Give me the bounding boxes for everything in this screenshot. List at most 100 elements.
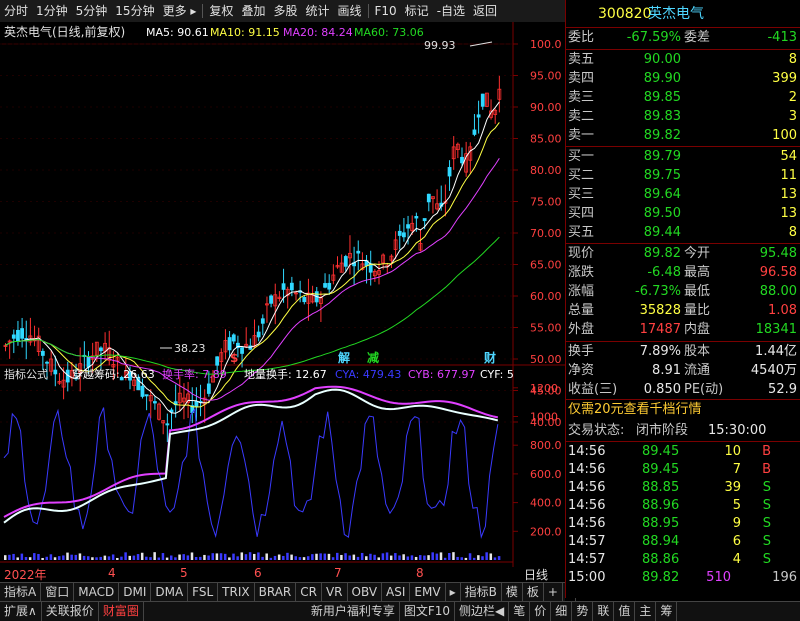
indicator-tab[interactable]: 指标B bbox=[461, 583, 502, 601]
quote-panel: 300820 英杰电气 委比 -67.59% 委差 -413 卖五 90.00 8 卖… bbox=[565, 0, 800, 598]
toolbar-button[interactable]: 更多 ▸ bbox=[159, 0, 201, 22]
turnover-bar bbox=[70, 554, 73, 560]
price-tick-label: 65.00 bbox=[530, 259, 562, 272]
indicator-tab[interactable]: EMV bbox=[410, 583, 446, 601]
bottom-tab[interactable]: 侧边栏◀ bbox=[455, 602, 510, 621]
book-row[interactable]: 买五 89.44 8 bbox=[566, 223, 800, 243]
bottom-tab[interactable]: 细 bbox=[551, 602, 573, 621]
bottom-tab[interactable]: 财富圈 bbox=[99, 602, 144, 621]
tick-row[interactable]: 14:56 88.96 5 S bbox=[566, 496, 800, 516]
indicator-tab[interactable]: 窗口 bbox=[41, 583, 75, 601]
bottom-tab[interactable]: 价 bbox=[530, 602, 552, 621]
tick-price: 88.85 bbox=[642, 480, 680, 495]
indicator-tab[interactable]: 板 bbox=[523, 583, 544, 601]
indicator-tab[interactable]: 指标A bbox=[0, 583, 42, 601]
bottom-tab[interactable]: 新用户福利专享 bbox=[307, 602, 400, 621]
bottom-tab[interactable]: 笔 bbox=[509, 602, 531, 621]
turnover-bar bbox=[427, 555, 430, 560]
bottom-tab[interactable]: 图文F10 bbox=[400, 602, 456, 621]
period-label[interactable]: 日线 bbox=[524, 566, 548, 583]
book-row[interactable]: 卖四 89.90 399 bbox=[566, 69, 800, 89]
kline-chart[interactable]: 英杰电气(日线,前复权) MA5: 90.61 MA10: 91.15 MA20: 8… bbox=[0, 22, 565, 567]
book-row[interactable]: 买三 89.64 13 bbox=[566, 185, 800, 205]
indicator-name: 指标公式 bbox=[4, 367, 48, 381]
toolbar-button[interactable]: 复权 bbox=[205, 0, 237, 22]
tick-volume: 9 bbox=[732, 516, 741, 531]
trade-status-row: 交易状态: 闭市阶段 15:30:00 bbox=[568, 423, 767, 438]
toolbar-button[interactable]: -自选 bbox=[433, 0, 469, 22]
indicator-value: 地量换手: 12.67 bbox=[244, 367, 327, 381]
turnover-bar bbox=[111, 554, 115, 560]
book-row[interactable]: 买二 89.75 11 bbox=[566, 166, 800, 186]
indicator-tab[interactable]: ▸ bbox=[446, 583, 461, 601]
stat-value: 89.82 bbox=[643, 246, 681, 261]
toolbar-button[interactable]: 标记 bbox=[401, 0, 433, 22]
indicator-tab[interactable]: CR bbox=[296, 583, 322, 601]
bottom-tab[interactable]: 联 bbox=[593, 602, 615, 621]
bottom-tab[interactable]: 势 bbox=[572, 602, 594, 621]
indicator-tab[interactable]: BRAR bbox=[255, 583, 297, 601]
book-row[interactable]: 买四 89.50 13 bbox=[566, 204, 800, 224]
date-label: 5 bbox=[180, 566, 188, 580]
indicator-tab[interactable]: ASI bbox=[382, 583, 411, 601]
indicator-tab[interactable]: TRIX bbox=[218, 583, 255, 601]
toolbar-button[interactable]: 15分钟 bbox=[111, 0, 158, 22]
tick-time: 14:56 bbox=[568, 480, 606, 495]
book-price: 89.44 bbox=[643, 225, 681, 240]
toolbar-button[interactable]: 分时 bbox=[0, 0, 32, 22]
tick-time: 14:56 bbox=[568, 498, 606, 513]
turnover-bar bbox=[120, 556, 123, 560]
toolbar-button[interactable]: 返回 bbox=[469, 0, 501, 22]
bottom-tab[interactable]: 筹 bbox=[656, 602, 678, 621]
book-row[interactable]: 卖二 89.83 3 bbox=[566, 107, 800, 127]
indicator-tab[interactable]: + bbox=[544, 583, 563, 601]
indicator-tab[interactable]: DMI bbox=[119, 583, 152, 601]
candle-body bbox=[447, 167, 452, 177]
bottom-tab[interactable]: 关联报价 bbox=[42, 602, 99, 621]
book-row[interactable]: 卖五 90.00 8 bbox=[566, 50, 800, 70]
book-row[interactable]: 卖一 89.82 100 bbox=[566, 126, 800, 146]
tick-row[interactable]: 14:56 89.45 7 B bbox=[566, 460, 800, 480]
stat-label: 外盘 bbox=[568, 322, 595, 337]
tick-row[interactable]: 14:56 88.95 9 S bbox=[566, 514, 800, 534]
indicator-tab[interactable]: DMA bbox=[151, 583, 189, 601]
turnover-bar bbox=[261, 556, 264, 560]
candle-body bbox=[140, 385, 145, 397]
bottom-tab[interactable]: 扩展∧ bbox=[0, 602, 42, 621]
candle-body bbox=[206, 383, 211, 394]
stat-label: 今开 bbox=[684, 246, 711, 261]
turnover-bar bbox=[66, 552, 69, 560]
indicator-tab[interactable]: FSL bbox=[188, 583, 219, 601]
toolbar-button[interactable]: 画线 bbox=[333, 0, 365, 22]
toolbar-button[interactable]: 叠加 bbox=[237, 0, 269, 22]
candle-body bbox=[414, 216, 419, 219]
price-tick-label: 100.0 bbox=[530, 38, 562, 51]
tick-row[interactable]: 14:57 88.94 6 S bbox=[566, 532, 800, 552]
tick-row[interactable]: 14:56 89.45 10 B bbox=[566, 442, 800, 462]
turnover-bar bbox=[240, 552, 244, 560]
book-row[interactable]: 买一 89.79 54 bbox=[566, 147, 800, 167]
indicator-tab[interactable]: VR bbox=[322, 583, 348, 601]
toolbar-button[interactable]: 统计 bbox=[301, 0, 333, 22]
order-diff: -413 bbox=[767, 30, 797, 45]
promo-banner[interactable]: 仅需20元查看千档行情 bbox=[566, 400, 800, 420]
turnover-bar bbox=[62, 555, 65, 560]
indicator-tab[interactable]: MACD bbox=[74, 583, 120, 601]
indicator-tab[interactable]: 模 bbox=[502, 583, 523, 601]
bottom-tab[interactable]: 主 bbox=[635, 602, 657, 621]
toolbar-button[interactable]: 1分钟 bbox=[32, 0, 72, 22]
toolbar-button[interactable]: 5分钟 bbox=[72, 0, 112, 22]
tick-flag: B bbox=[762, 462, 771, 477]
turnover-bar bbox=[406, 556, 410, 560]
stat-row: 现价 89.82 今开 95.48 bbox=[566, 244, 800, 264]
bottom-tab[interactable]: 值 bbox=[614, 602, 636, 621]
toolbar-button[interactable]: F10 bbox=[371, 0, 401, 22]
indicator-tab[interactable]: OBV bbox=[348, 583, 383, 601]
tick-row[interactable]: 14:56 88.85 39 S bbox=[566, 478, 800, 498]
book-row[interactable]: 卖三 89.85 2 bbox=[566, 88, 800, 108]
tick-row[interactable]: 15:00 89.82 510 196 bbox=[566, 568, 800, 588]
stat-label: 涨幅 bbox=[568, 284, 595, 299]
tick-row[interactable]: 14:57 88.86 4 S bbox=[566, 550, 800, 570]
toolbar-button[interactable]: 多股 bbox=[269, 0, 301, 22]
order-ratio: -67.59% bbox=[626, 30, 681, 45]
